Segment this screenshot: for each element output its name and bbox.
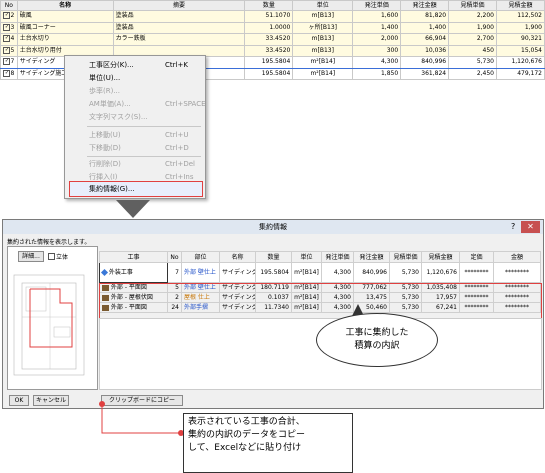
clipboard-note: 表示されている工事の合計、 集約の内訳のデータをコピー して、Excelなどに貼… <box>183 413 353 473</box>
note-line2: 集約の内訳のデータをコピー <box>188 430 306 440</box>
annotation-dot <box>99 401 105 407</box>
note-line3: して、Excelなどに貼り付け <box>188 443 302 453</box>
note-line1: 表示されている工事の合計、 <box>188 417 305 427</box>
annotation-connector <box>101 404 183 434</box>
